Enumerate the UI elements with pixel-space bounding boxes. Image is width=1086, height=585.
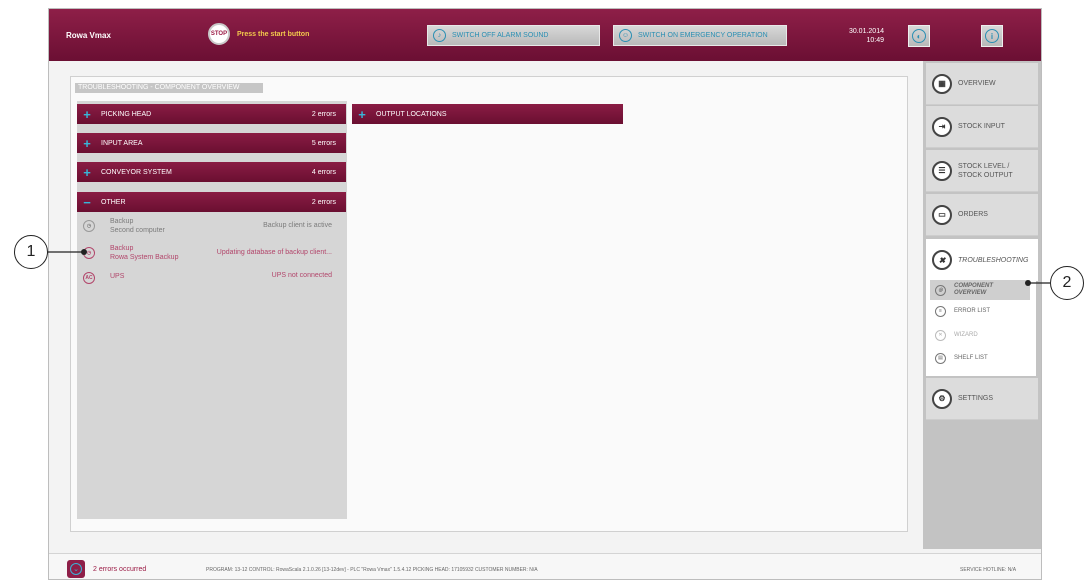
- callout-2: 2: [1050, 266, 1084, 300]
- callout-1: 1: [14, 235, 48, 269]
- callout-1-dot: [81, 249, 87, 255]
- callout-lines: [48, 249, 1050, 286]
- callout-2-dot: [1025, 280, 1031, 286]
